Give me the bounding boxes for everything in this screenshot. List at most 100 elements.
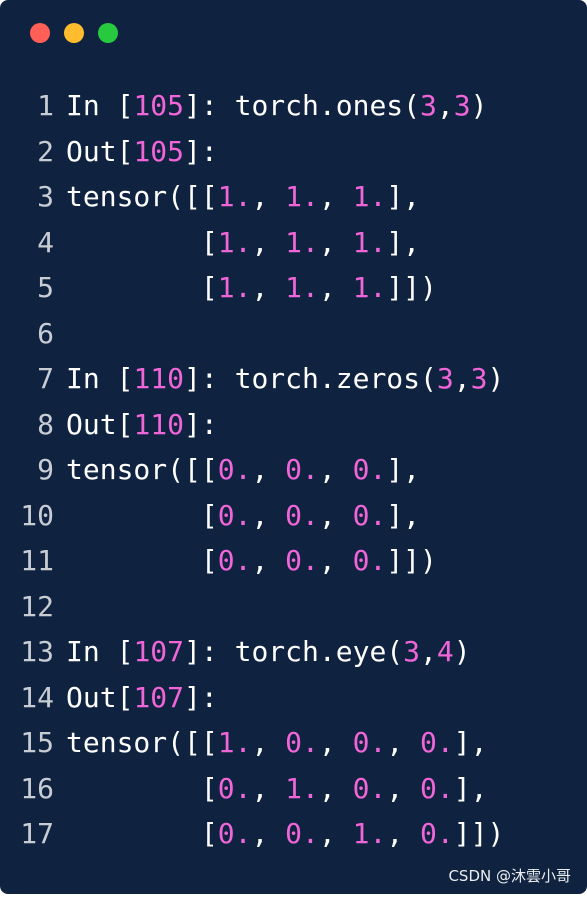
code-line: 4 [1., 1., 1.], (0, 220, 587, 266)
line-text: [0., 0., 0.]]) (66, 538, 437, 584)
line-number: 7 (37, 362, 54, 395)
line-text: Out[107]: (66, 675, 218, 721)
number-token: 0. (285, 726, 319, 759)
code-line: 5 [1., 1., 1.]]) (0, 265, 587, 311)
number-token: 0. (217, 453, 252, 486)
line-number: 3 (37, 180, 54, 213)
code-token: , (318, 817, 353, 850)
code-token: , (251, 180, 286, 213)
number-token: 0. (285, 453, 319, 486)
code-line: 2 Out[105]: (0, 129, 587, 175)
number-token: 110 (133, 362, 185, 395)
line-number: 5 (37, 271, 54, 304)
number-token: 1. (285, 271, 319, 304)
code-token: ]: (184, 680, 218, 714)
line-number: 11 (20, 544, 54, 577)
code-token: [ (66, 498, 218, 532)
line-number: 15 (20, 726, 54, 759)
code-token: ], (386, 498, 421, 532)
number-token: 0. (217, 771, 252, 805)
code-token: , (318, 180, 353, 213)
line-number: 16 (20, 771, 54, 805)
code-line: 3 tensor([[1., 1., 1.], (0, 174, 587, 220)
code-token: , (386, 771, 421, 805)
line-text: Out[105]: (66, 129, 218, 175)
code-token: ], (386, 453, 421, 486)
number-token: 3 (420, 89, 437, 122)
line-number: 9 (37, 453, 54, 486)
line-text: In [110]: torch.zeros(3,3) (66, 356, 504, 402)
close-dot-icon[interactable] (30, 23, 50, 43)
number-token: 1. (352, 271, 387, 304)
line-text: [0., 0., 1., 0.]]) (66, 811, 504, 857)
code-token: , (386, 817, 421, 850)
line-text: [0., 1., 0., 0.], (66, 766, 488, 812)
code-token: tensor([[ (66, 180, 218, 213)
number-token: 105 (133, 134, 185, 168)
number-token: 1. (352, 180, 387, 213)
code-token: ]: torch.eye( (184, 635, 404, 668)
code-token: ], (453, 771, 488, 805)
code-token: [ (66, 817, 218, 850)
maximize-dot-icon[interactable] (98, 23, 118, 43)
line-text: tensor([[1., 0., 0., 0.], (66, 720, 487, 766)
code-line: 17 [0., 0., 1., 0.]]) (0, 811, 587, 857)
code-line: 16 [0., 1., 0., 0.], (0, 766, 587, 812)
code-token: , (251, 225, 286, 259)
code-token: , (318, 453, 353, 486)
code-token: , (318, 498, 353, 532)
number-token: 0. (352, 544, 387, 577)
code-token: , (251, 726, 286, 759)
code-token: ], (386, 180, 421, 213)
number-token: 110 (133, 407, 185, 441)
number-token: 1. (285, 225, 319, 259)
number-token: 0. (420, 771, 454, 805)
minimize-dot-icon[interactable] (64, 23, 84, 43)
code-token: , (251, 817, 286, 850)
line-text: tensor([[1., 1., 1.], (66, 174, 420, 220)
code-line: 14 Out[107]: (0, 675, 587, 721)
line-number: 2 (37, 134, 54, 168)
code-token: ]: (184, 407, 218, 441)
code-token: , (251, 771, 286, 805)
line-number: 6 (37, 316, 54, 350)
code-token: In [ (66, 635, 134, 668)
line-text: tensor([[0., 0., 0.], (66, 447, 420, 493)
code-token: ], (453, 726, 488, 759)
number-token: 1. (352, 225, 387, 259)
number-token: 0. (285, 817, 319, 850)
code-line: 1 In [105]: torch.ones(3,3) (0, 83, 587, 129)
line-number: 17 (20, 817, 54, 850)
number-token: 0. (420, 726, 454, 759)
number-token: 3 (470, 362, 488, 395)
line-number: 10 (20, 498, 54, 532)
number-token: 4 (436, 635, 454, 668)
code-line: 10 [0., 0., 0.], (0, 493, 587, 539)
code-token: ]: torch.ones( (184, 89, 421, 122)
code-line: 7 In [110]: torch.zeros(3,3) (0, 356, 587, 402)
code-line: 12 (0, 584, 587, 630)
line-number: 13 (20, 635, 54, 668)
number-token: 0. (217, 817, 252, 850)
code-token: tensor([[ (66, 453, 218, 486)
number-token: 0. (217, 544, 252, 577)
number-token: 1. (217, 726, 252, 759)
code-token: ]]) (453, 817, 505, 850)
code-token: ]]) (386, 544, 437, 577)
code-token: ) (487, 362, 505, 395)
code-token: [ (66, 771, 218, 805)
line-number: 14 (20, 680, 54, 714)
code-token: In [ (66, 362, 134, 395)
code-line: 13 In [107]: torch.eye(3,4) (0, 629, 587, 675)
number-token: 1. (217, 225, 252, 259)
code-token: , (420, 635, 437, 668)
line-number: 8 (37, 407, 54, 441)
number-token: 0. (217, 498, 252, 532)
code-token: Out[ (66, 407, 134, 441)
code-token: Out[ (66, 680, 134, 714)
number-token: 0. (352, 771, 387, 805)
code-token: ]: (184, 134, 218, 168)
number-token: 3 (436, 362, 454, 395)
code-token: [ (66, 225, 218, 259)
number-token: 1. (285, 180, 319, 213)
